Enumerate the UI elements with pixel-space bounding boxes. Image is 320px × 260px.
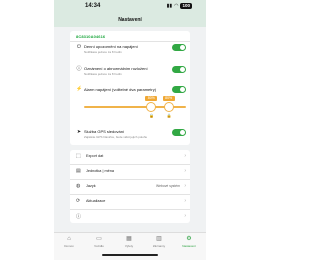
tab-records[interactable]: ▥ Záznamy [144,236,174,248]
page-title: Nastavení [118,17,142,23]
tab-label: Domov [64,244,74,248]
status-time: 14:34 [85,3,101,9]
menu-label: Jazyk [86,184,96,188]
settings-card: 8C8310A04616 ⏻ Denní upozornění na napáj… [70,31,190,145]
signal-icon: ▮▮ [166,3,173,9]
bolt-icon: ⚡ [76,86,83,92]
menu-card: ⬚ Export dat › ▤ Jednotka | měna › ◍ Jaz… [70,150,190,223]
records-icon: ▥ [156,236,162,242]
tab-home[interactable]: ⌂ Domov [54,236,84,248]
tab-label: Výlety [124,244,134,248]
home-icon: ⌂ [67,236,71,242]
power-alarm-slider[interactable]: 80% 🔒 80% 🔒 [84,96,188,121]
battery-icon: 100 [180,3,192,9]
header: Nastavení [54,12,206,27]
settings-icon: ⚙ [186,236,192,242]
slider-label-low: 80% [145,96,158,101]
tab-vehicle[interactable]: ▭ Vozidlo [84,236,114,248]
wifi-icon: ◠ [174,3,179,9]
toggle-abnormal[interactable] [172,66,186,73]
setting-subtitle-abnormal: Notifikace jednou za 8 hodin [84,72,122,76]
tab-settings[interactable]: ⚙ Nastavení [174,236,204,248]
setting-title-alarm: Alarm napájení (volitelné dva parametry) [84,87,157,92]
language-value: Webové systém [155,184,180,188]
slider-handle-low[interactable]: 80% 🔒 [145,96,158,118]
update-icon: ⟳ [76,198,81,204]
toggle-daily-power[interactable] [172,44,186,51]
power-icon: ⏻ [77,44,81,50]
menu-item-export[interactable]: ⬚ Export dat › [70,150,190,163]
tab-trips[interactable]: ▦ Výlety [114,236,144,248]
divider [70,41,190,42]
phone-screen: 14:34 ▮▮ ◠ 100 Nastavení 8C8310A04616 ⏻ … [54,0,206,260]
status-bar: 14:34 ▮▮ ◠ 100 [54,0,206,12]
status-icons: ▮▮ ◠ 100 [167,3,192,9]
setting-subtitle-daily: Notifikace jednou za 8 hodin [84,50,122,54]
device-id: 8C8310A04616 [76,34,106,39]
globe-icon: ◍ [76,183,81,189]
toggle-alarm[interactable] [172,86,186,93]
home-indicator [102,254,158,256]
alert-icon: ⓘ [76,66,82,72]
setting-title-gps: Služba GPS sledování [84,129,125,134]
tab-label: Nastavení [182,244,196,248]
slider-label-high: 80% [162,96,175,101]
export-icon: ⬚ [76,153,81,159]
menu-item-unit[interactable]: ▤ Jednotka | měna › [70,165,190,178]
chevron-right-icon: › [184,168,186,174]
menu-label: Export dat [86,154,104,158]
toggle-gps[interactable] [172,129,186,136]
info-icon: ⓘ [76,214,82,220]
chevron-right-icon: › [184,153,186,159]
menu-item-info[interactable]: ⓘ › [70,210,190,223]
menu-label: Jednotka | měna [86,169,115,173]
trips-icon: ▦ [126,236,132,242]
setting-subtitle-gps: Zajistěte GPS hlavičce, bude vidět jejic… [84,135,148,139]
chevron-right-icon: › [184,183,186,189]
chevron-right-icon: › [184,198,186,204]
setting-title-daily: Denní upozornění na napájení [84,44,138,49]
chevron-right-icon: › [184,213,186,219]
ruler-icon: ▤ [76,168,81,174]
car-icon: ▭ [96,236,102,242]
menu-label: Aktualizace [86,199,106,203]
lock-icon: 🔒 [166,113,172,118]
menu-item-language[interactable]: ◍ Jazyk Webové systém › [70,180,190,193]
tab-label: Záznamy [152,244,166,248]
lock-icon: 🔒 [149,113,155,118]
gps-icon: ➤ [76,129,82,135]
tab-label: Vozidlo [94,244,104,248]
slider-handle-high[interactable]: 80% 🔒 [162,96,175,118]
setting-title-abnormal: Oznámení o abnormálním rozložení [84,66,148,71]
menu-item-update[interactable]: ⟳ Aktualizace › [70,195,190,208]
